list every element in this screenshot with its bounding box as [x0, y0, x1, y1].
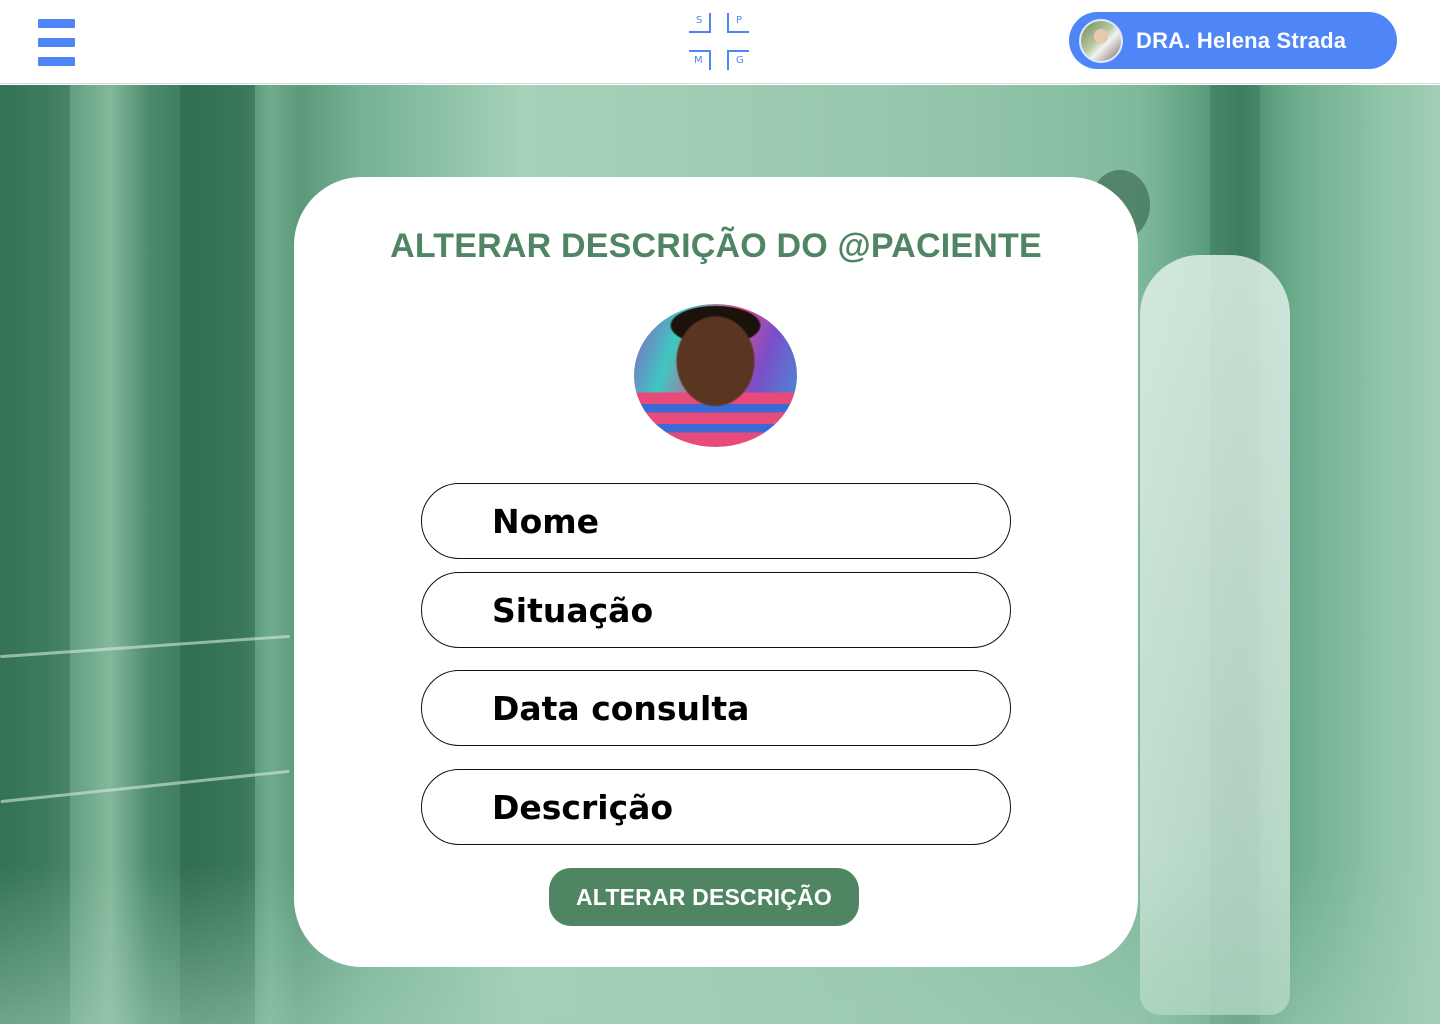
- change-description-button-label: ALTERAR DESCRIÇÃO: [576, 883, 832, 910]
- logo-quadrant: P: [727, 13, 749, 33]
- appointment-date-field-placeholder: Data consulta: [492, 688, 750, 728]
- name-field-placeholder: Nome: [492, 501, 600, 541]
- patient-photo: [634, 304, 797, 447]
- spmg-logo[interactable]: S P M G: [689, 13, 751, 71]
- user-profile-button[interactable]: DRA. Helena Strada: [1069, 12, 1397, 69]
- description-field-placeholder: Descrição: [492, 787, 674, 827]
- menu-bar-line: [38, 57, 75, 66]
- status-field-placeholder: Situação: [492, 590, 654, 630]
- menu-bar-line: [38, 38, 75, 47]
- user-name: DRA. Helena Strada: [1136, 27, 1347, 53]
- name-field[interactable]: Nome: [421, 483, 1011, 559]
- change-description-button[interactable]: ALTERAR DESCRIÇÃO: [549, 868, 859, 926]
- appointment-date-field[interactable]: Data consulta: [421, 670, 1011, 746]
- page-title: ALTERAR DESCRIÇÃO DO @PACIENTE: [390, 227, 1042, 265]
- edit-patient-card: ALTERAR DESCRIÇÃO DO @PACIENTE Nome Situ…: [294, 177, 1138, 967]
- description-field[interactable]: Descrição: [421, 769, 1011, 845]
- menu-bar-line: [38, 19, 75, 28]
- user-avatar: [1079, 18, 1123, 63]
- top-bar: S P M G DRA. Helena Strada: [0, 0, 1440, 84]
- status-field[interactable]: Situação: [421, 572, 1011, 648]
- hamburger-menu-icon[interactable]: [38, 19, 75, 66]
- logo-quadrant: S: [689, 13, 711, 33]
- logo-quadrant: M: [689, 50, 711, 70]
- logo-quadrant: G: [727, 50, 749, 70]
